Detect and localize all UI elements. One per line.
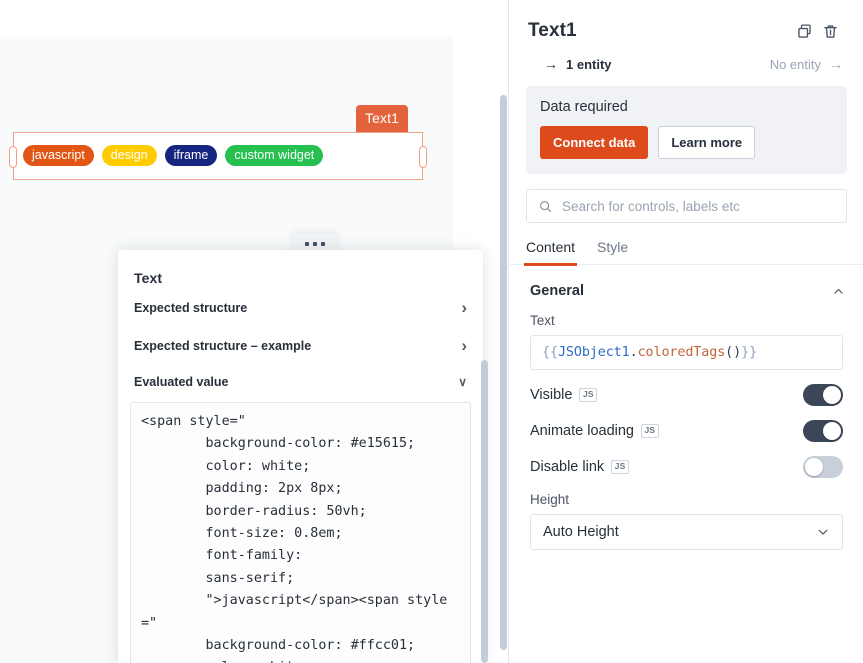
rendered-tag-list: javascript design iframe custom widget [23,145,323,166]
binding-object-name: JSObject1 [558,345,630,360]
search-input[interactable]: Search for controls, labels etc [562,199,740,214]
expected-structure-example-row[interactable]: Expected structure – example [118,326,483,364]
tag-chip: design [102,145,157,166]
disable-link-switch[interactable] [803,456,843,478]
visible-property-row: Visible JS [510,370,863,406]
height-property-field: Height Auto Height [510,478,863,550]
tab-style[interactable]: Style [597,239,628,264]
visible-label: Visible [530,387,572,403]
tab-content[interactable]: Content [526,239,575,264]
expected-structure-label: Expected structure [134,301,247,315]
binding-open-brace: {{ [542,345,558,360]
tag-chip: custom widget [225,145,323,166]
disable-link-property-row: Disable link JS [510,442,863,478]
widget-name-badge[interactable]: Text1 [356,105,408,132]
binding-function-name: coloredTags [638,345,726,360]
js-toggle-badge[interactable]: JS [579,388,597,402]
expected-structure-row[interactable]: Expected structure [118,288,483,326]
animate-loading-switch[interactable] [803,420,843,442]
general-section-header[interactable]: General [510,265,863,299]
chevron-up-icon [832,285,845,298]
height-select-value: Auto Height [543,524,619,540]
search-input-wrapper[interactable]: Search for controls, labels etc [526,189,847,223]
evaluated-value-label: Evaluated value [134,375,229,389]
search-icon [538,199,553,214]
visible-switch[interactable] [803,384,843,406]
arrow-right-icon: → [544,56,558,72]
pane-divider [508,0,509,663]
chevron-right-icon [461,337,467,354]
arrow-right-icon: → [829,56,843,72]
binding-close-brace: }} [741,345,757,360]
connect-data-button[interactable]: Connect data [540,126,648,159]
disable-link-label: Disable link [530,459,604,475]
resize-handle-left[interactable] [9,146,17,168]
appsmith-editor: Text1 javascript design iframe custom wi… [0,0,863,663]
text-property-field: Text {{JSObject1.coloredTags()}} [510,299,863,370]
evaluated-value-row[interactable]: Evaluated value [118,364,483,399]
entity-nav-row: → 1 entity No entity → [510,44,863,72]
chevron-down-icon [458,376,467,388]
learn-more-button[interactable]: Learn more [658,126,755,159]
delete-widget-button[interactable] [817,18,843,44]
canvas-scrollbar[interactable] [500,95,507,650]
animate-loading-property-row: Animate loading JS [510,406,863,442]
property-pane: Text1 → 1 entity [510,0,863,663]
binding-dot: . [630,345,638,360]
js-toggle-badge[interactable]: JS [611,460,629,474]
animate-loading-label: Animate loading [530,423,634,439]
chevron-down-icon [816,525,830,539]
text-field-input[interactable]: {{JSObject1.coloredTags()}} [530,335,843,370]
evaluated-value-popup: Text Expected structure Expected structu… [118,250,483,663]
visible-label-group: Visible JS [530,387,597,403]
no-entity-label: No entity [770,57,821,72]
evaluated-value-code: <span style=" background-color: #e15615;… [131,403,470,663]
property-tabs: Content Style [510,239,863,265]
animate-loading-label-group: Animate loading JS [530,423,659,439]
popup-title: Text [118,250,483,288]
height-field-label: Height [530,492,843,507]
height-select[interactable]: Auto Height [530,514,843,550]
property-pane-header: Text1 [510,0,863,44]
copy-widget-button[interactable] [791,18,817,44]
next-entity-link[interactable]: No entity → [770,56,843,72]
resize-handle-right[interactable] [419,146,427,168]
trash-icon [822,23,839,40]
js-toggle-badge[interactable]: JS [641,424,659,438]
tag-chip: javascript [23,145,94,166]
evaluated-value-code-box[interactable]: <span style=" background-color: #e15615;… [130,402,471,663]
data-required-actions: Connect data Learn more [540,126,833,159]
expected-structure-example-label: Expected structure – example [134,339,311,353]
page-title: Text1 [528,20,791,42]
disable-link-label-group: Disable link JS [530,459,629,475]
canvas-area[interactable]: Text1 javascript design iframe custom wi… [0,0,510,663]
general-section-title: General [530,283,584,299]
tag-chip: iframe [165,145,218,166]
copy-icon [796,23,813,40]
data-required-title: Data required [540,99,833,115]
binding-parens: () [725,345,741,360]
popup-scrollbar[interactable] [481,360,488,663]
entity-count-label: 1 entity [566,57,612,72]
prev-entity-link[interactable]: → 1 entity [544,56,612,72]
chevron-right-icon [461,299,467,316]
data-required-card: Data required Connect data Learn more [526,86,847,174]
text-field-label: Text [530,313,843,328]
